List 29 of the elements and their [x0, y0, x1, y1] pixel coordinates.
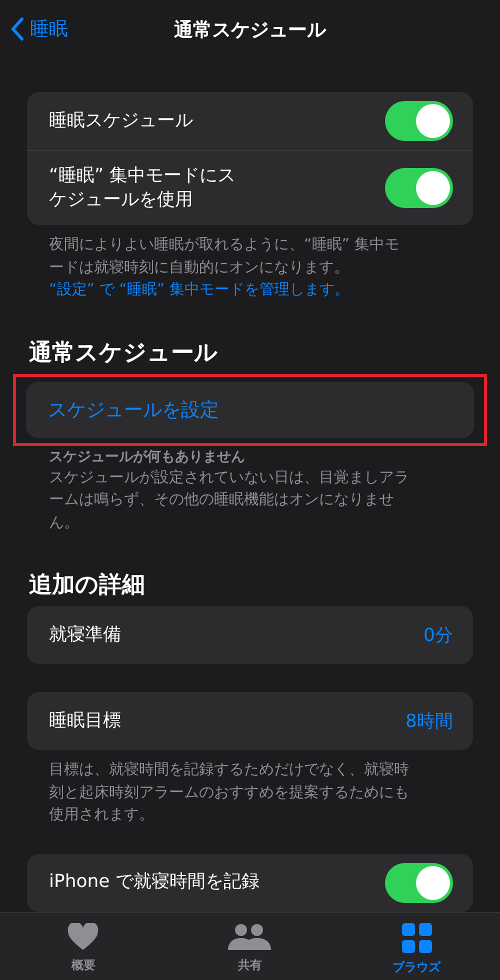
setting-value: 0分 [424, 624, 453, 647]
footnote-text: 夜間によりよい睡眠が取れるように、“睡眠” 集中モードは就寝時刻に自動的にオンになります。 [49, 235, 400, 276]
settings-link[interactable]: “設定” で “睡眠” 集中モードを管理します。 [49, 280, 350, 298]
wind-down-row[interactable]: 就寝準備 0分 [27, 606, 473, 664]
section-heading: 追加の詳細 [29, 571, 146, 600]
page-title: 通常スケジュール [174, 18, 326, 43]
setting-label: 就寝準備 [49, 622, 121, 647]
empty-description: スケジュールが設定されていない日は、目覚ましアラームは鳴らず、その他の睡眠機能はオンになりません。 [48, 466, 410, 532]
grid-icon [402, 922, 432, 952]
setting-value: 8時間 [406, 710, 453, 733]
setting-label: iPhone で就寝時間を記録 [49, 870, 260, 894]
toggle-switch[interactable] [385, 168, 453, 208]
tab-item[interactable]: 概要 [23, 912, 144, 980]
tab-item[interactable]: ブラウズ [356, 912, 477, 980]
setting-label: 睡眠スケジュール [49, 108, 193, 133]
toggle-switch[interactable] [385, 862, 453, 902]
tab-item[interactable]: 共有 [190, 912, 310, 980]
sleep-goal-row[interactable]: 睡眠目標 8時間 [27, 692, 473, 750]
toggle-switch[interactable] [385, 101, 453, 141]
heart-icon [67, 922, 100, 950]
set-schedule-button[interactable]: スケジュールを設定 [26, 382, 474, 438]
section-heading: 通常スケジュール [29, 338, 219, 368]
empty-title: スケジュールが何もありません [48, 448, 246, 466]
footnote-text: 目標は、就寝時間を記録するためだけでなく、就寝時刻と起床時刻アラームのおすすめを提案するためにも使用されます。 [48, 759, 410, 825]
back-link[interactable]: 睡眠 [10, 16, 68, 42]
chevron-left-icon [10, 17, 24, 41]
setting-label: 睡眠目標 [49, 708, 121, 733]
people-icon [228, 922, 272, 950]
setting-label: “睡眠” 集中モードにスケジュールを使用 [49, 164, 236, 212]
